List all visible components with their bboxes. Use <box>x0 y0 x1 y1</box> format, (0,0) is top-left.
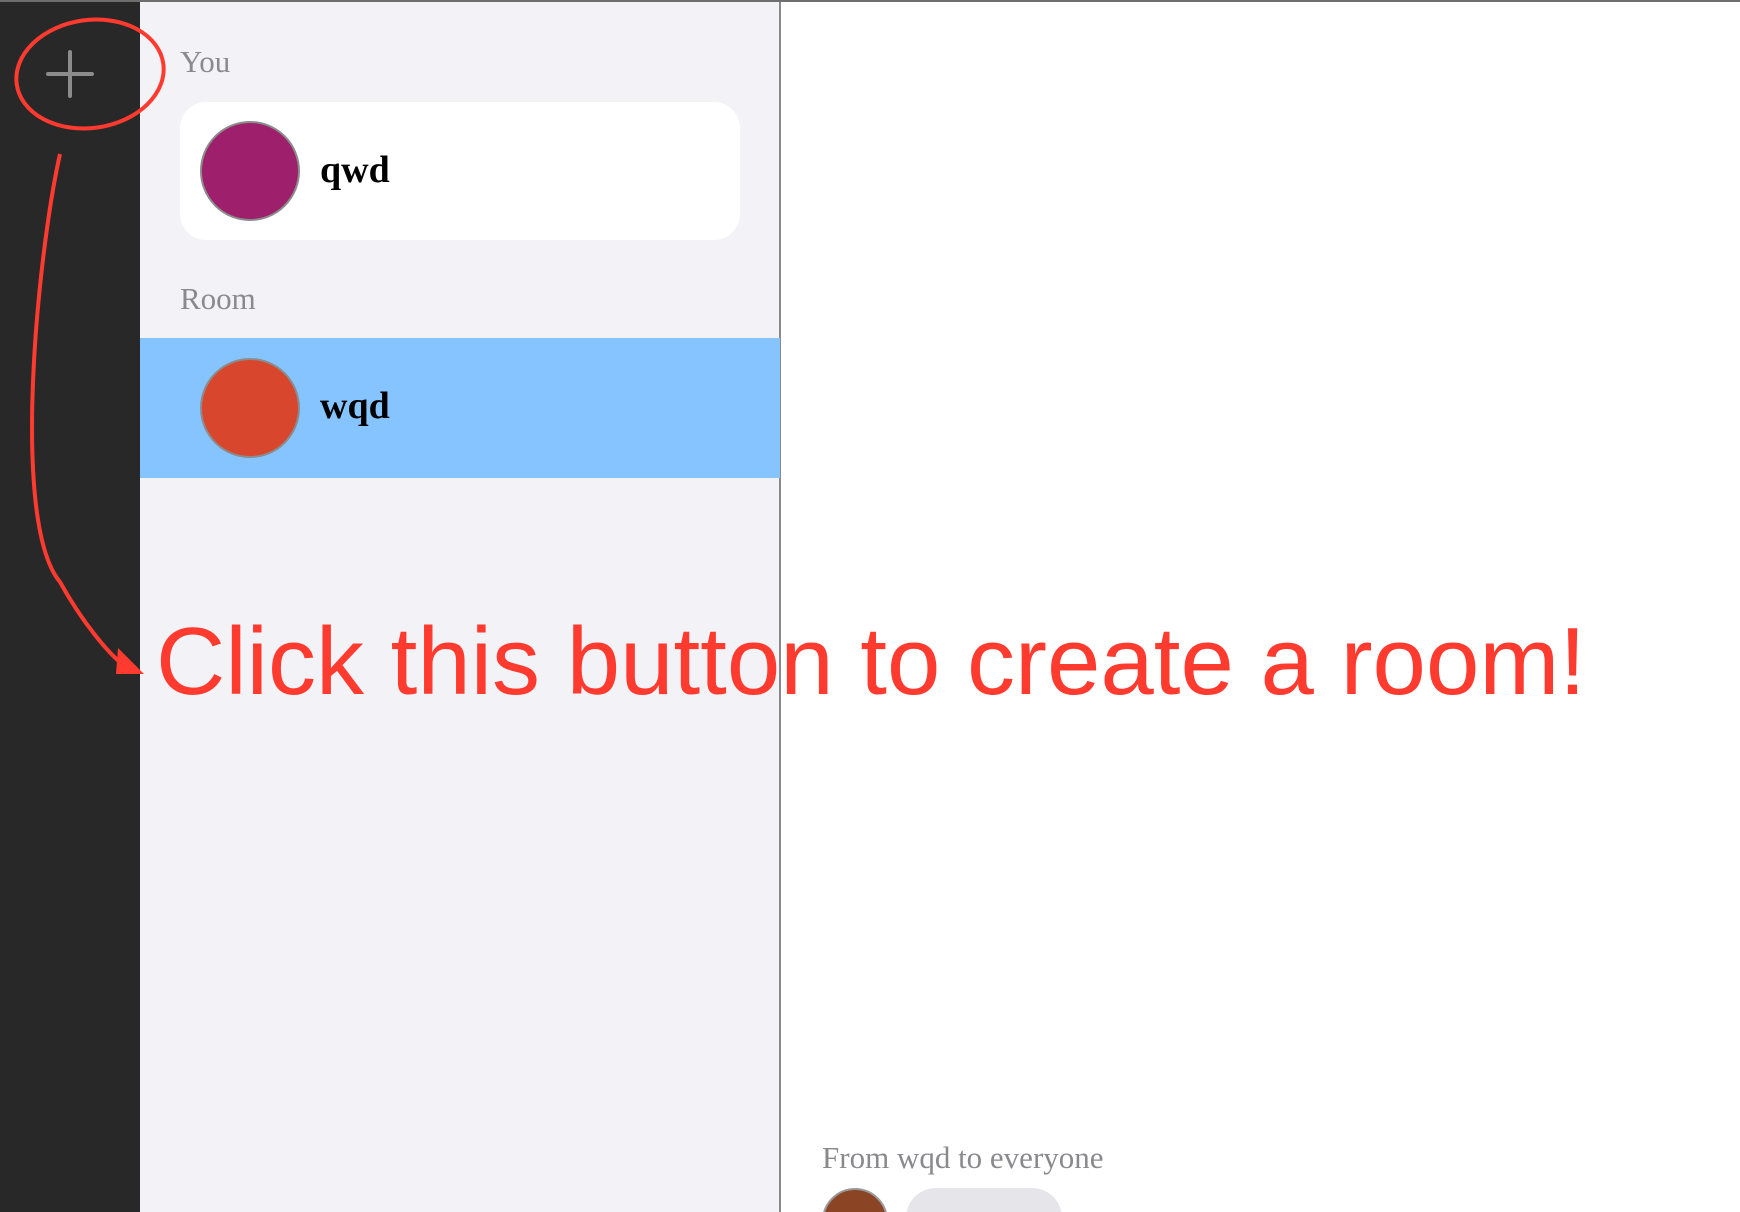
room-section-label: Room <box>180 281 256 316</box>
message-avatar <box>822 1188 888 1212</box>
plus-icon <box>46 50 94 98</box>
current-user-name: qwd <box>320 149 390 191</box>
left-rail <box>0 2 140 1212</box>
message-bubble <box>906 1188 1062 1212</box>
room-name: wqd <box>320 385 390 427</box>
current-user-card[interactable]: qwd <box>180 102 740 240</box>
chat-app: You qwd Room wqd From wqd to everyone Cl… <box>0 0 1740 1212</box>
annotation-text: Click this button to create a room! <box>156 608 1586 715</box>
you-section-label: You <box>180 44 231 79</box>
sidebar: You qwd Room wqd <box>140 2 781 1212</box>
message-meta: From wqd to everyone <box>822 1140 1104 1175</box>
create-room-button[interactable] <box>38 42 102 106</box>
room-item-wqd[interactable]: wqd <box>140 338 780 478</box>
avatar <box>200 358 300 458</box>
chat-pane: From wqd to everyone <box>782 2 1740 1212</box>
avatar <box>200 121 300 221</box>
